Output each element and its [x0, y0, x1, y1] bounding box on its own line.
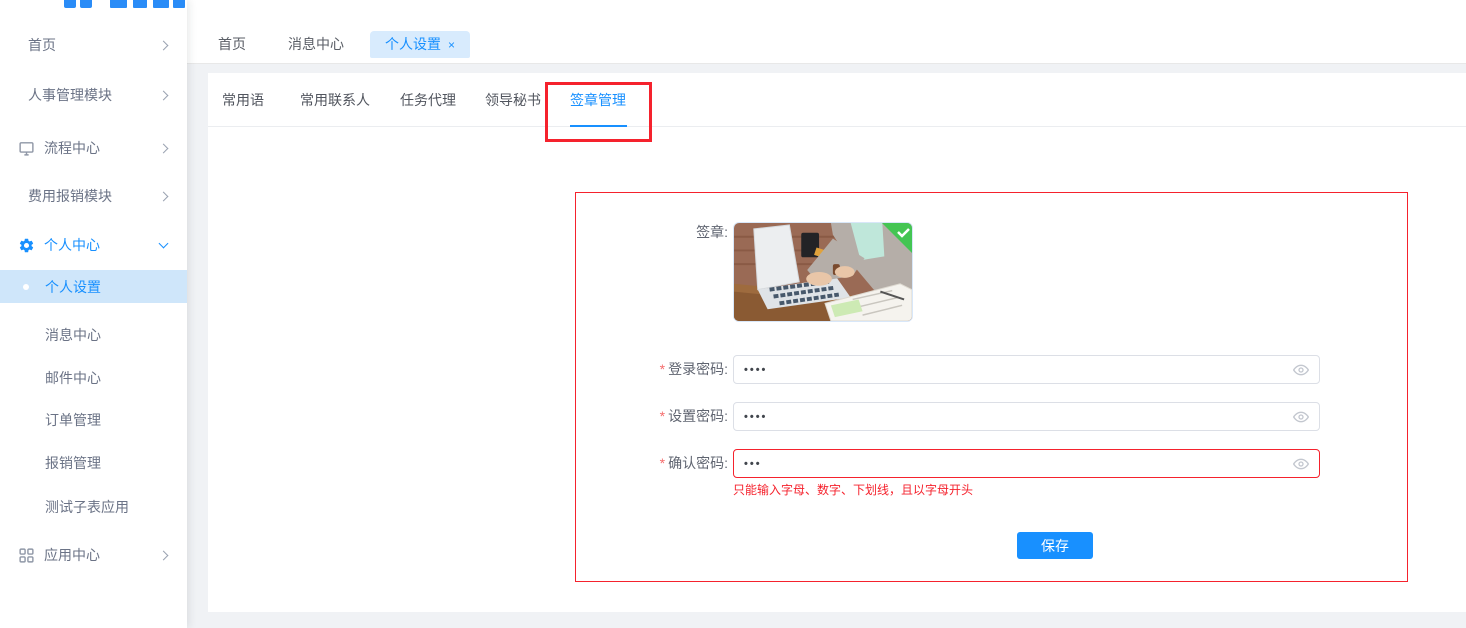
settings-subtabs: 常用语 常用联系人 任务代理 领导秘书 签章管理	[208, 73, 1466, 127]
login-password-label: * 登录密码:	[659, 361, 728, 377]
sidebar-subitem-label: 订单管理	[45, 412, 101, 428]
signature-label: 签章:	[696, 224, 728, 240]
sidebar-item-label: 应用中心	[44, 547, 100, 563]
sidebar-subitem-label: 测试子表应用	[45, 499, 129, 515]
required-asterisk: *	[659, 361, 666, 377]
save-button[interactable]: 保存	[1017, 532, 1093, 559]
sidebar-subitem-order-management[interactable]: 订单管理	[0, 403, 187, 437]
content-panel: 常用语 常用联系人 任务代理 领导秘书 签章管理 签章: * 登录密码: •••…	[208, 73, 1466, 612]
signature-image[interactable]	[733, 222, 913, 322]
tab-label: 消息中心	[288, 36, 344, 52]
logo-text-fragment	[153, 0, 169, 8]
grid-icon	[18, 547, 35, 564]
chevron-right-icon	[158, 40, 169, 50]
gear-icon	[18, 237, 35, 254]
logo-text-fragment	[173, 0, 185, 8]
subtab-task-agent[interactable]: 任务代理	[400, 73, 456, 127]
sidebar-subitem-label: 个人设置	[45, 278, 101, 295]
chevron-right-icon	[158, 90, 169, 100]
sidebar-item-app-center[interactable]: 应用中心	[0, 538, 187, 572]
sidebar-item-label: 人事管理模块	[28, 87, 112, 103]
chevron-right-icon	[158, 550, 169, 560]
password-value: ••••	[744, 363, 768, 376]
sidebar-subitem-message-center[interactable]: 消息中心	[0, 318, 187, 352]
sidebar-subitem-reimbursement-management[interactable]: 报销管理	[0, 446, 187, 480]
tab-home[interactable]: 首页	[218, 31, 246, 58]
set-password-input[interactable]: ••••	[733, 402, 1320, 431]
logo-mark-icon	[80, 0, 92, 8]
app-logo[interactable]	[0, 0, 187, 12]
chevron-right-icon	[158, 191, 169, 201]
subtab-label: 领导秘书	[485, 92, 541, 108]
sidebar-item-label: 流程中心	[44, 140, 100, 156]
chevron-right-icon	[158, 143, 169, 153]
login-password-input[interactable]: ••••	[733, 355, 1320, 384]
sidebar-item-label: 首页	[28, 37, 56, 53]
close-icon[interactable]: ×	[448, 39, 455, 51]
tab-message-center[interactable]: 消息中心	[288, 31, 344, 58]
password-value: ••••	[744, 410, 768, 423]
sidebar: 首页 人事管理模块 流程中心 费用报销模块 个人中心 个人设置 消息中心 邮件中…	[0, 0, 187, 628]
eye-icon[interactable]	[1293, 409, 1309, 425]
required-asterisk: *	[659, 455, 666, 471]
logo-text-fragment	[110, 0, 127, 8]
sidebar-subitem-label: 邮件中心	[45, 370, 101, 386]
check-badge-icon	[881, 223, 912, 254]
sidebar-item-label: 个人中心	[44, 237, 100, 253]
eye-icon[interactable]	[1293, 362, 1309, 378]
sidebar-subitem-label: 消息中心	[45, 327, 101, 343]
subtab-label: 任务代理	[400, 92, 456, 108]
subtab-signature-management[interactable]: 签章管理	[570, 73, 626, 127]
sidebar-item-personal-center[interactable]: 个人中心	[0, 228, 187, 262]
eye-icon[interactable]	[1293, 456, 1309, 472]
subtab-leader-secretary[interactable]: 领导秘书	[485, 73, 541, 127]
logo-mark-icon	[64, 0, 76, 8]
bullet-dot-icon	[23, 283, 29, 290]
subtab-label: 常用联系人	[300, 92, 370, 108]
sidebar-item-home[interactable]: 首页	[0, 28, 187, 62]
password-value: •••	[744, 457, 762, 470]
monitor-icon	[18, 140, 35, 157]
subtab-label: 常用语	[222, 92, 264, 108]
required-asterisk: *	[659, 408, 666, 424]
confirm-password-input[interactable]: •••	[733, 449, 1320, 478]
subtab-common-phrases[interactable]: 常用语	[222, 73, 264, 127]
tab-label: 个人设置	[384, 36, 441, 52]
active-subtab-underline	[570, 125, 627, 127]
subtab-common-contacts[interactable]: 常用联系人	[300, 73, 370, 127]
subtab-label: 签章管理	[570, 92, 626, 108]
logo-text-fragment	[133, 0, 147, 8]
validation-error-text: 只能输入字母、数字、下划线，且以字母开头	[733, 483, 974, 497]
sidebar-subitem-mail-center[interactable]: 邮件中心	[0, 361, 187, 395]
window-tabbar: 首页 消息中心 个人设置 ×	[187, 0, 1466, 64]
sidebar-item-expense-module[interactable]: 费用报销模块	[0, 179, 187, 213]
sidebar-item-hr-module[interactable]: 人事管理模块	[0, 78, 187, 112]
tab-personal-settings[interactable]: 个人设置 ×	[370, 31, 470, 58]
tab-label: 首页	[218, 36, 246, 52]
sidebar-subitem-label: 报销管理	[45, 455, 101, 471]
confirm-password-label: * 确认密码:	[659, 455, 728, 471]
sidebar-item-process-center[interactable]: 流程中心	[0, 131, 187, 165]
sidebar-item-label: 费用报销模块	[28, 188, 112, 204]
sidebar-subitem-personal-settings[interactable]: 个人设置	[0, 270, 187, 303]
set-password-label: * 设置密码:	[659, 408, 728, 424]
chevron-down-icon	[158, 238, 169, 249]
sidebar-subitem-test-subtable-app[interactable]: 测试子表应用	[0, 490, 187, 524]
